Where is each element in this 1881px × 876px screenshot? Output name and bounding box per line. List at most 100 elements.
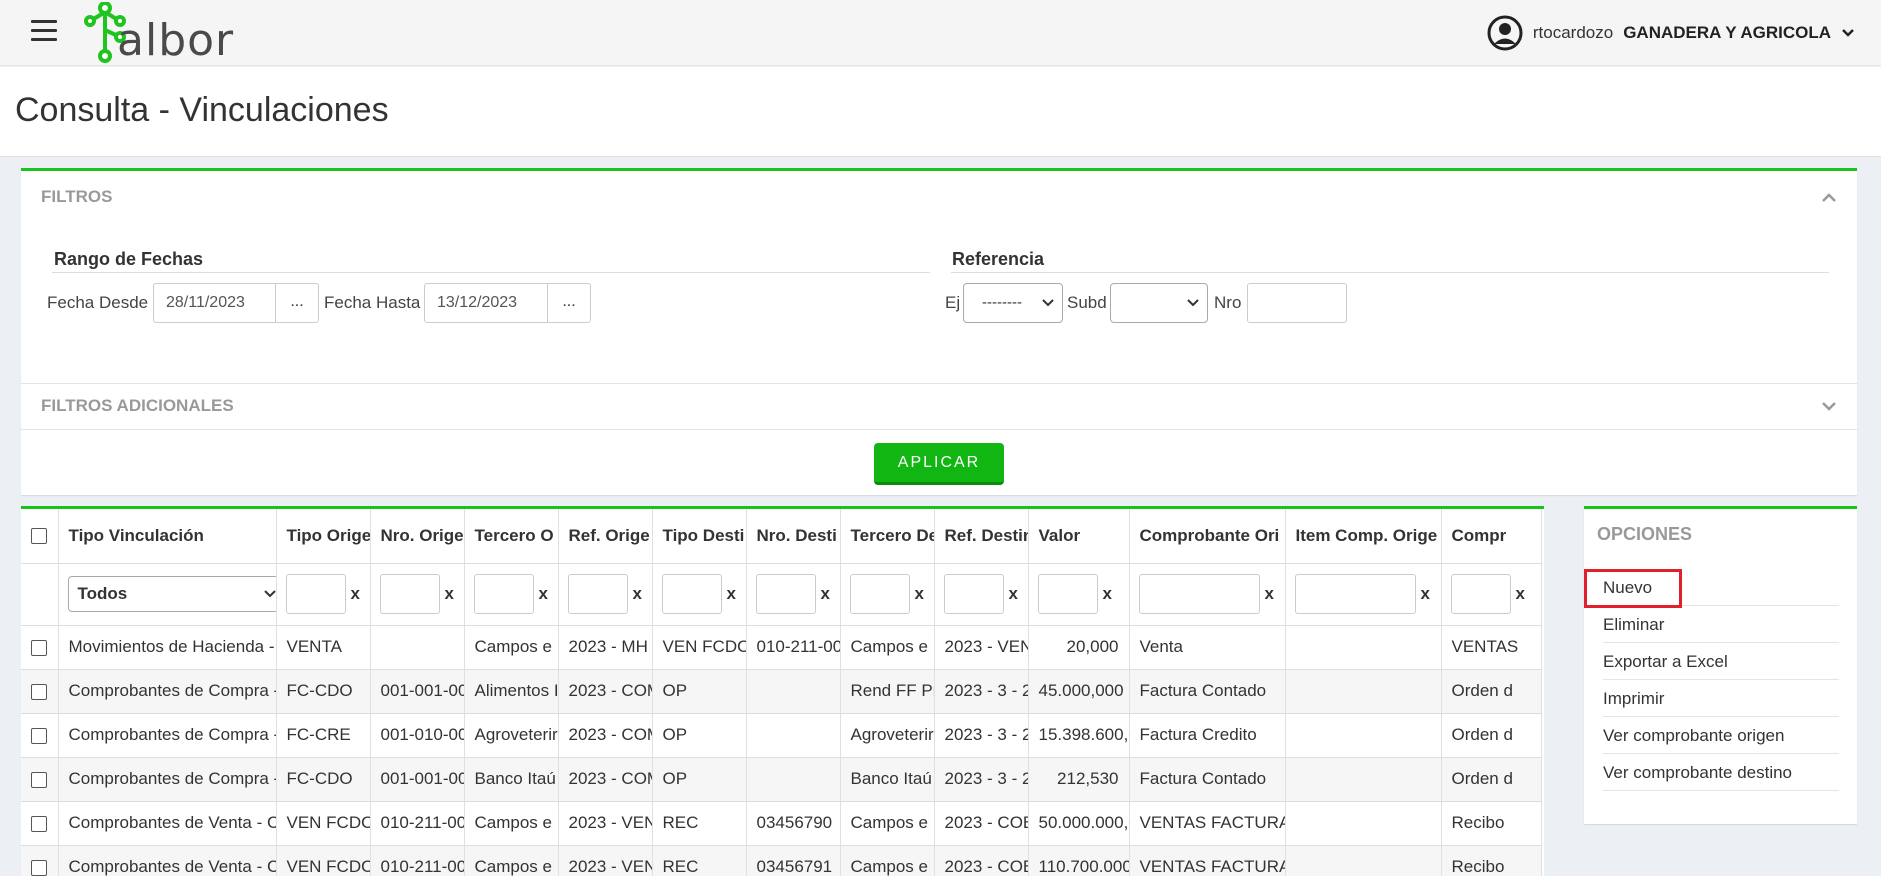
table-cell: OP	[652, 713, 747, 758]
column-header[interactable]: Tipo Orige	[276, 509, 371, 564]
row-select-cell	[21, 801, 59, 846]
table-cell: 010-211-00	[370, 801, 465, 846]
clear-filter-icon[interactable]: x	[1421, 584, 1430, 604]
option-imprimir[interactable]: Imprimir	[1603, 680, 1839, 717]
column-filter-input[interactable]	[849, 574, 910, 614]
column-filter-input[interactable]	[473, 574, 534, 614]
table-row[interactable]: Comprobantes de Compra - OrcFC-CDO001-00…	[21, 669, 1542, 714]
column-filter-input[interactable]	[285, 574, 346, 614]
ej-label: Ej	[945, 293, 961, 312]
column-header[interactable]: Compr	[1441, 509, 1542, 564]
table-cell: VENTA	[276, 625, 371, 670]
table-row[interactable]: Movimientos de Hacienda - ComVENTA Campos…	[21, 625, 1542, 670]
clear-filter-icon[interactable]: x	[727, 584, 736, 604]
select-all-checkbox[interactable]	[31, 528, 47, 545]
column-header[interactable]: Tipo Vinculación	[58, 509, 277, 564]
additional-filters-header[interactable]: FILTROS ADICIONALES	[41, 396, 234, 416]
date-to-picker-button[interactable]: ...	[547, 283, 591, 323]
clear-filter-icon[interactable]: x	[351, 584, 360, 604]
date-range-divider	[52, 272, 930, 273]
column-header[interactable]: Ref. Destin	[934, 509, 1029, 564]
clear-filter-icon[interactable]: x	[915, 584, 924, 604]
table-cell: Factura Contado	[1129, 757, 1286, 802]
clear-filter-icon[interactable]: x	[1103, 584, 1112, 604]
date-to-input[interactable]: 13/12/2023	[424, 283, 548, 323]
clear-filter-icon[interactable]: x	[1265, 584, 1274, 604]
column-header[interactable]: Tercero O	[464, 509, 559, 564]
date-from-picker-button[interactable]: ...	[275, 283, 319, 323]
table-filter-row: Todosx x x x x x x x x x x x x	[21, 563, 1542, 626]
column-header[interactable]: Comprobante Ori	[1129, 509, 1286, 564]
table-cell: 2023 - COM	[558, 757, 653, 802]
user-menu[interactable]: rtocardozo GANADERA Y AGRICOLA	[1487, 14, 1855, 52]
table-cell: 2023 - VEN	[558, 801, 653, 846]
chevron-down-icon[interactable]	[1841, 28, 1855, 38]
column-header[interactable]: Valor	[1028, 509, 1130, 564]
row-checkbox[interactable]	[31, 727, 47, 744]
table-cell	[1285, 625, 1442, 670]
top-navbar: albor rtocardozo GANADERA Y AGRICOLA	[0, 0, 1881, 66]
column-filter-input[interactable]	[1037, 574, 1098, 614]
column-filter-cell: x	[1285, 563, 1442, 626]
clear-filter-icon[interactable]: x	[1009, 584, 1018, 604]
table-row[interactable]: Comprobantes de Compra - OrcFC-CRE001-01…	[21, 713, 1542, 758]
table-cell: Comprobantes de Compra - Orc	[58, 669, 277, 714]
table-cell: Orden d	[1441, 757, 1542, 802]
table-row[interactable]: Comprobantes de Venta - CompVEN FCDO010-…	[21, 801, 1542, 846]
row-checkbox[interactable]	[31, 683, 47, 700]
options-title: OPCIONES	[1597, 524, 1693, 544]
table-cell: 2023 - COB	[934, 801, 1029, 846]
date-from-input[interactable]: 28/11/2023	[153, 283, 276, 323]
row-checkbox[interactable]	[31, 815, 47, 832]
nro-input[interactable]	[1247, 283, 1347, 323]
column-filter-input[interactable]	[755, 574, 816, 614]
column-header[interactable]: Tercero De	[840, 509, 935, 564]
clear-filter-icon[interactable]: x	[539, 584, 548, 604]
ej-select[interactable]: --------	[963, 283, 1063, 323]
clear-filter-icon[interactable]: x	[1516, 584, 1525, 604]
row-checkbox[interactable]	[31, 639, 47, 656]
clear-filter-icon[interactable]: x	[821, 584, 830, 604]
menu-toggle-icon[interactable]	[31, 20, 57, 42]
column-header[interactable]: Item Comp. Orige	[1285, 509, 1442, 564]
table-cell: Factura Contado	[1129, 669, 1286, 714]
row-checkbox[interactable]	[31, 771, 47, 788]
option-ver-origen[interactable]: Ver comprobante origen	[1603, 717, 1839, 754]
chevron-up-icon[interactable]	[1821, 191, 1837, 203]
apply-button[interactable]: APLICAR	[874, 443, 1004, 485]
results-table-panel: Tipo Vinculación Tipo Orige Nro. Orige Terc…	[21, 506, 1544, 876]
type-filter-select[interactable]: Todos	[67, 576, 275, 612]
subd-select[interactable]	[1110, 283, 1208, 323]
column-filter-input[interactable]	[379, 574, 440, 614]
column-header[interactable]: Nro. Desti	[746, 509, 841, 564]
row-select-cell	[21, 713, 59, 758]
table-row[interactable]: Comprobantes de Compra - OrcFC-CDO001-00…	[21, 757, 1542, 802]
column-filter-input[interactable]	[943, 574, 1004, 614]
column-header[interactable]: Ref. Orige	[558, 509, 653, 564]
column-filter-input[interactable]	[661, 574, 722, 614]
table-cell: 20,000	[1028, 625, 1130, 670]
row-checkbox[interactable]	[31, 859, 47, 876]
column-header[interactable]: Nro. Orige	[370, 509, 465, 564]
table-cell	[746, 713, 841, 758]
column-filter-input[interactable]	[567, 574, 628, 614]
column-header[interactable]: Tipo Desti	[652, 509, 747, 564]
table-cell: Rend FF Pr	[840, 669, 935, 714]
results-table: Tipo Vinculación Tipo Orige Nro. Orige Terc…	[21, 509, 1542, 876]
column-filter-cell: x	[746, 563, 841, 626]
column-filter-input[interactable]	[1294, 574, 1416, 614]
chevron-down-icon[interactable]	[1821, 400, 1837, 412]
clear-filter-icon[interactable]: x	[633, 584, 642, 604]
column-filter-cell: x	[1129, 563, 1286, 626]
option-ver-destino[interactable]: Ver comprobante destino	[1603, 754, 1839, 791]
table-cell	[1285, 713, 1442, 758]
option-exportar-excel[interactable]: Exportar a Excel	[1603, 643, 1839, 680]
table-row[interactable]: Comprobantes de Venta - CompVEN FCDO010-…	[21, 845, 1542, 876]
ej-select-value: --------	[982, 294, 1022, 311]
column-filter-input[interactable]	[1450, 574, 1511, 614]
option-eliminar[interactable]: Eliminar	[1603, 606, 1839, 643]
clear-filter-icon[interactable]: x	[445, 584, 454, 604]
column-filter-input[interactable]	[1138, 574, 1260, 614]
filters-header[interactable]: FILTROS	[41, 187, 112, 207]
table-cell: 15.398.600,0	[1028, 713, 1130, 758]
